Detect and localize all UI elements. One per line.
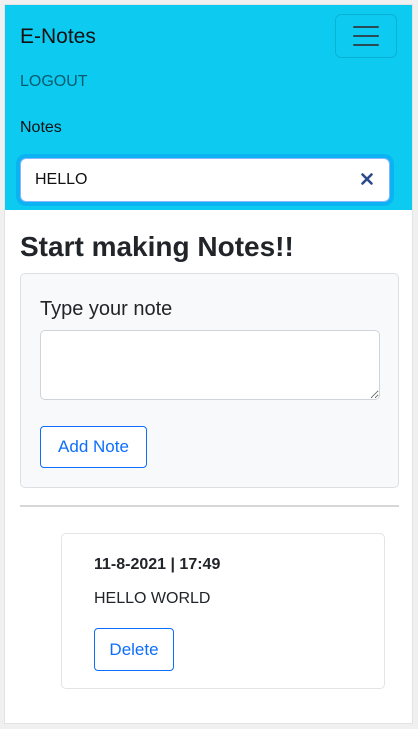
- nav-link-logout[interactable]: LOGOUT: [20, 73, 88, 91]
- note-date: 11-8-2021 | 17:49: [94, 556, 221, 573]
- hamburger-menu-icon: [353, 35, 379, 37]
- note-form: Type your note Add Note: [20, 273, 399, 488]
- nav-link-notes[interactable]: Notes: [20, 119, 62, 137]
- search-input[interactable]: [21, 159, 351, 201]
- note-text: HELLO WORLD: [94, 590, 211, 607]
- brand-logo[interactable]: E-Notes: [20, 25, 96, 49]
- divider: [20, 505, 399, 507]
- app-window: E-Notes LOGOUT Notes Start making Notes!…: [4, 4, 413, 724]
- close-icon[interactable]: [359, 171, 375, 187]
- hamburger-menu-icon: [353, 26, 379, 28]
- search-box: [20, 158, 390, 202]
- delete-note-button[interactable]: Delete: [94, 628, 174, 671]
- note-input-label: Type your note: [40, 298, 173, 320]
- navbar: E-Notes LOGOUT Notes: [5, 5, 412, 210]
- add-note-button[interactable]: Add Note: [40, 426, 147, 468]
- page-title: Start making Notes!!: [20, 231, 294, 262]
- note-textarea[interactable]: [40, 330, 380, 400]
- menu-toggle-button[interactable]: [335, 14, 397, 58]
- hamburger-menu-icon: [353, 44, 379, 46]
- note-card: 11-8-2021 | 17:49 HELLO WORLD Delete: [61, 533, 385, 689]
